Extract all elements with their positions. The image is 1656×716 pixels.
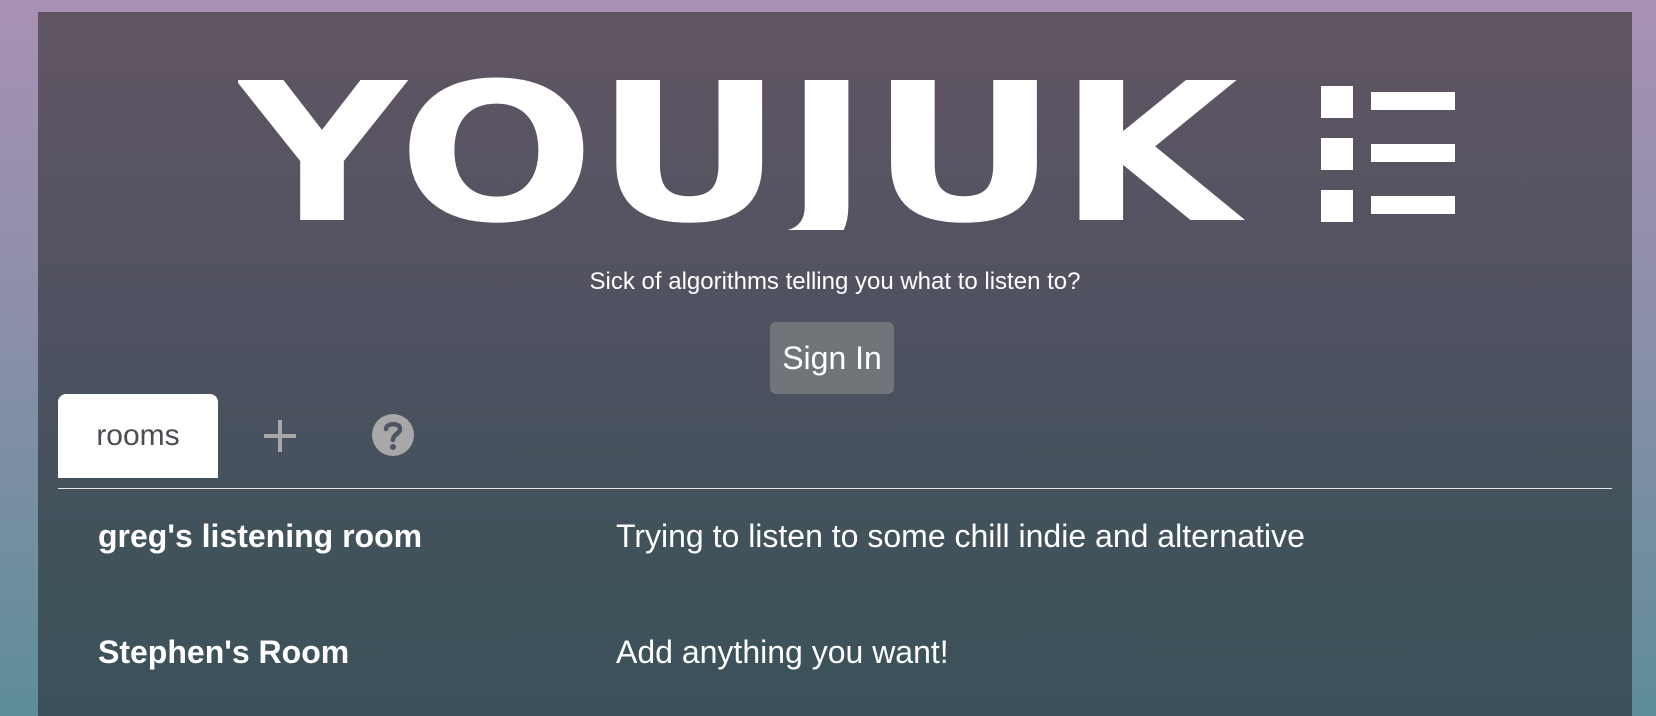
room-description: Trying to listen to some chill indie and… (616, 518, 1305, 554)
sign-in-button[interactable]: Sign In (770, 322, 894, 394)
question-circle-icon[interactable] (370, 412, 416, 458)
room-name: greg's listening room (98, 518, 423, 554)
tab-divider (58, 488, 1612, 489)
menu-e-icon (1321, 86, 1455, 222)
tagline: Sick of algorithms telling you what to l… (589, 268, 1081, 295)
logo-text: YOUJUK (238, 70, 1246, 230)
room-list-item[interactable]: greg's listening room Trying to listen t… (58, 506, 1612, 566)
room-name: Stephen's Room (98, 634, 350, 670)
plus-icon[interactable] (256, 412, 304, 460)
tab-rooms[interactable]: rooms (58, 394, 218, 478)
main-panel: YOUJUK Sick of algorithms telling you wh… (38, 12, 1632, 716)
room-description: Add anything you want! (616, 634, 949, 670)
youjukebox-logo: YOUJUK (238, 70, 1455, 230)
logo-wordmark: YOUJUK (238, 70, 1246, 230)
room-list-item[interactable]: Stephen's Room Add anything you want! (58, 622, 1612, 682)
